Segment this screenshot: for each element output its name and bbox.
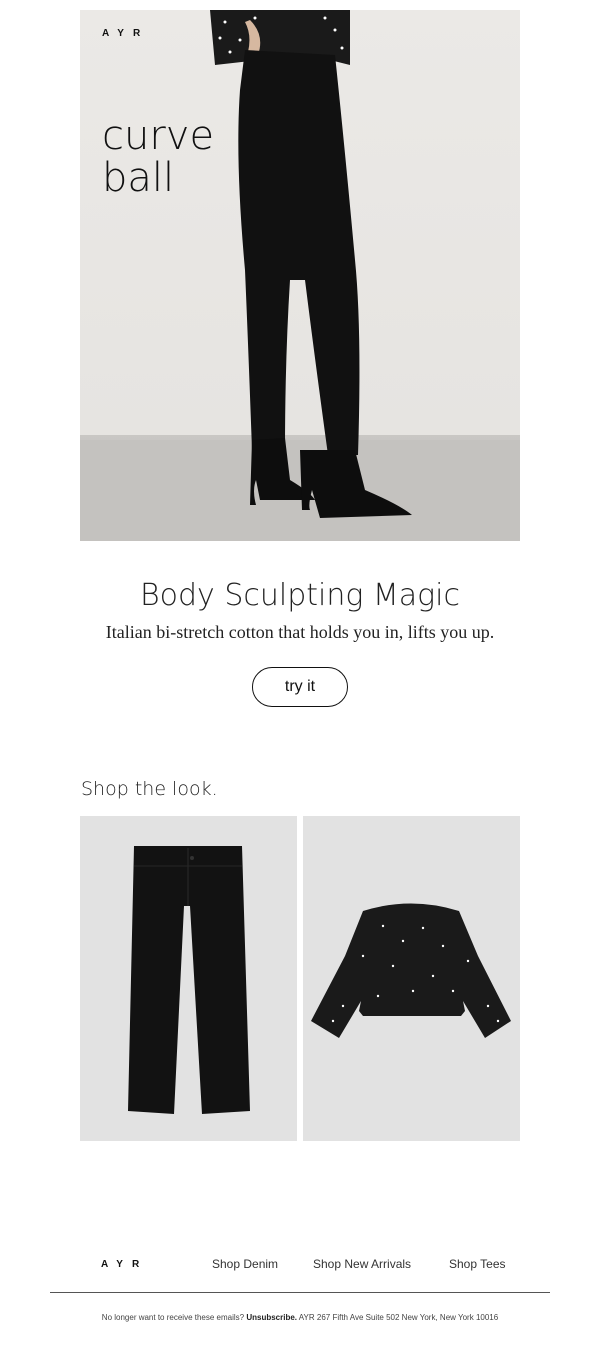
hero-brand-logo: AYR xyxy=(102,28,150,39)
shop-the-look-title: Shop the look. xyxy=(81,778,218,800)
promo-subline: Italian bi-stretch cotton that holds you… xyxy=(105,622,495,642)
top-image xyxy=(311,903,511,1038)
footer-legal: No longer want to receive these emails? … xyxy=(0,1313,600,1322)
pants-image xyxy=(128,846,250,1114)
footer-link-shop-new-arrivals[interactable]: Shop New Arrivals xyxy=(313,1257,411,1271)
try-it-button[interactable]: try it xyxy=(252,667,348,707)
hero-image[interactable]: AYR curve ball xyxy=(80,10,520,541)
unsubscribe-link[interactable]: Unsubscribe. xyxy=(246,1313,297,1322)
product-top[interactable] xyxy=(303,816,520,1141)
footer-divider xyxy=(50,1292,550,1293)
hero-tagline-line2: ball xyxy=(102,155,175,201)
hero-model-illustration xyxy=(80,10,520,541)
company-address: AYR 267 Fifth Ave Suite 502 New York, Ne… xyxy=(298,1313,499,1322)
legal-prefix: No longer want to receive these emails? xyxy=(101,1313,245,1322)
footer-link-shop-denim[interactable]: Shop Denim xyxy=(212,1257,278,1271)
hero-tagline: curve ball xyxy=(102,115,214,199)
hero-tagline-line1: curve xyxy=(102,113,215,159)
product-pants[interactable] xyxy=(80,816,297,1141)
promo-headline: Body Sculpting Magic xyxy=(139,578,460,613)
footer-link-shop-tees[interactable]: Shop Tees xyxy=(449,1257,506,1271)
footer-brand-logo[interactable]: AYR xyxy=(101,1259,148,1270)
